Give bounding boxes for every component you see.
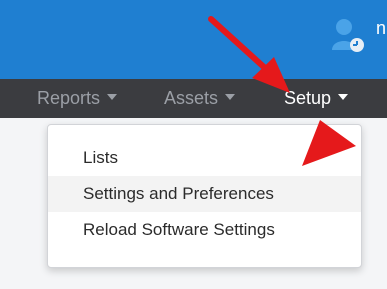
- nav-setup[interactable]: Setup: [284, 79, 349, 118]
- nav-assets-label: Assets: [164, 88, 219, 108]
- menu-item-settings-and-preferences[interactable]: Settings and Preferences: [48, 176, 361, 212]
- main-nav: Reports Assets Setup: [0, 79, 387, 118]
- nav-reports[interactable]: Reports: [37, 79, 118, 118]
- setup-dropdown-menu: Lists Settings and Preferences Reload So…: [47, 124, 362, 268]
- chevron-down-icon: [225, 94, 236, 101]
- nav-setup-label: Setup: [284, 88, 332, 108]
- chevron-down-icon: [107, 94, 118, 101]
- menu-item-reload-software-settings[interactable]: Reload Software Settings: [48, 212, 361, 248]
- user-icon[interactable]: [330, 16, 370, 56]
- user-name[interactable]: n: [376, 17, 386, 39]
- top-header: n: [0, 0, 387, 79]
- nav-reports-label: Reports: [37, 88, 101, 108]
- menu-item-lists[interactable]: Lists: [48, 140, 361, 176]
- chevron-down-icon: [338, 94, 349, 101]
- nav-assets[interactable]: Assets: [164, 79, 236, 118]
